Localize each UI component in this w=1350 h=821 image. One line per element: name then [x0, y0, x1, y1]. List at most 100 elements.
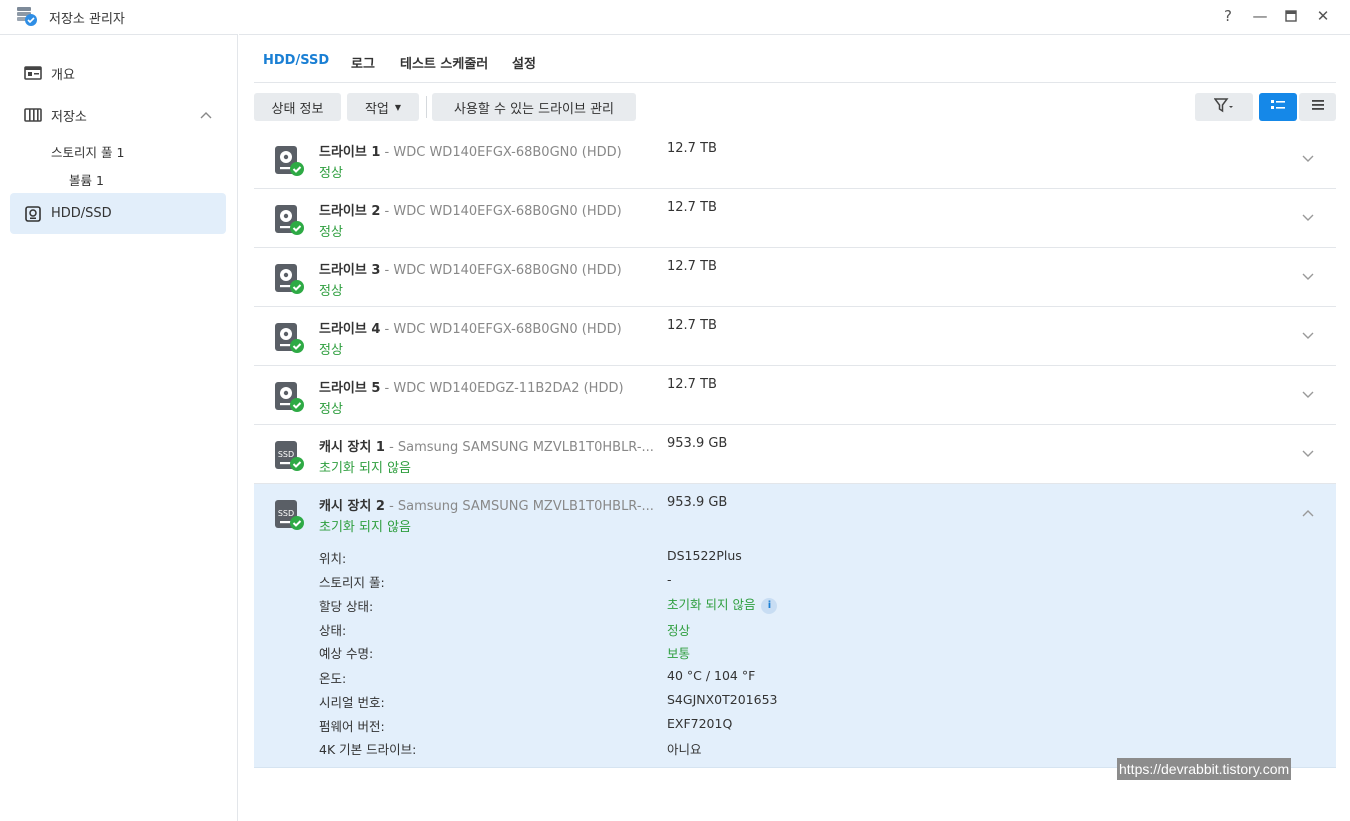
toolbar-divider — [426, 96, 427, 118]
storage-manager-app-icon — [16, 5, 38, 27]
drive-model: - WDC WD140EFGX-68B0GN0 (HDD) — [380, 322, 622, 337]
chevron-down-icon[interactable] — [1302, 388, 1314, 403]
info-icon[interactable]: i — [761, 597, 778, 614]
list-item[interactable]: SSD 캐시 장치 1 - Samsung SAMSUNG MZVLB1T0HB… — [254, 425, 1336, 484]
tab-settings[interactable]: 설정 — [512, 53, 536, 72]
overview-icon — [24, 64, 42, 82]
drive-name: 드라이브 3 — [319, 263, 381, 278]
tab-bar: HDD/SSD 로그 테스트 스케줄러 설정 — [254, 35, 1336, 83]
menu-lines-icon — [1311, 99, 1325, 115]
sidebar-item-hdd-ssd[interactable]: HDD/SSD — [10, 193, 226, 234]
list-item-expanded[interactable]: SSD 캐시 장치 2 - Samsung SAMSUNG MZVLB1T0HB… — [254, 484, 1336, 768]
status-info-button[interactable]: 상태 정보 — [254, 93, 341, 121]
hdd-icon — [274, 145, 304, 177]
storage-icon — [24, 106, 42, 124]
filter-icon — [1213, 97, 1234, 117]
maximize-icon[interactable] — [1281, 6, 1301, 26]
chevron-down-icon[interactable] — [1302, 152, 1314, 167]
window-title: 저장소 관리자 — [49, 12, 125, 27]
filter-button[interactable] — [1195, 93, 1253, 121]
drive-name: 캐시 장치 1 — [319, 440, 385, 455]
main-panel: HDD/SSD 로그 테스트 스케줄러 설정 상태 정보 작업 ▼ 사용할 수 … — [239, 34, 1350, 821]
list-view-icon — [1271, 99, 1285, 115]
hdd-icon — [24, 205, 42, 223]
drive-size: 12.7 TB — [667, 259, 717, 274]
sidebar-item-label: HDD/SSD — [51, 206, 112, 221]
list-item[interactable]: 드라이브 3 - WDC WD140EFGX-68B0GN0 (HDD) 정상 … — [254, 248, 1336, 307]
help-icon[interactable]: ? — [1218, 6, 1238, 26]
location-value: DS1522Plus — [667, 548, 742, 563]
svg-text:SSD: SSD — [278, 450, 294, 459]
drive-model: - WDC WD140EFGX-68B0GN0 (HDD) — [380, 145, 622, 160]
drive-status: 정상 — [319, 225, 343, 240]
sidebar-item-label: 개요 — [51, 67, 75, 83]
drive-status: 정상 — [319, 284, 343, 299]
watermark: https://devrabbit.tistory.com — [1117, 758, 1292, 780]
list-item[interactable]: 드라이브 5 - WDC WD140EDGZ-11B2DA2 (HDD) 정상 … — [254, 366, 1336, 425]
chevron-up-icon[interactable] — [1302, 506, 1314, 521]
tab-log[interactable]: 로그 — [351, 53, 375, 72]
sidebar-item-label: 저장소 — [51, 109, 87, 125]
location-label: 위치: — [319, 551, 347, 566]
sidebar-item-storage[interactable]: 저장소 — [10, 95, 226, 135]
tab-test-scheduler[interactable]: 테스트 스케줄러 — [400, 53, 488, 72]
hdd-icon — [274, 381, 304, 413]
drive-name: 캐시 장치 2 — [319, 499, 385, 514]
drive-list: 드라이브 1 - WDC WD140EFGX-68B0GN0 (HDD) 정상 … — [254, 130, 1336, 768]
status-value: 정상 — [667, 623, 691, 638]
drive-status: 정상 — [319, 166, 343, 181]
sidebar-item-storage-pool-1[interactable]: 스토리지 풀 1 — [51, 142, 124, 161]
action-button[interactable]: 작업 ▼ — [347, 93, 419, 121]
ssd-icon: SSD — [274, 499, 304, 531]
toolbar: 상태 정보 작업 ▼ 사용할 수 있는 드라이브 관리 — [254, 93, 1336, 123]
compact-view-button[interactable] — [1299, 93, 1336, 121]
list-item[interactable]: 드라이브 2 - WDC WD140EFGX-68B0GN0 (HDD) 정상 … — [254, 189, 1336, 248]
chevron-down-icon[interactable] — [1302, 211, 1314, 226]
drive-model: - WDC WD140EDGZ-11B2DA2 (HDD) — [380, 381, 624, 396]
native-4k-label: 4K 기본 드라이브: — [319, 742, 417, 757]
drive-size: 953.9 GB — [667, 436, 728, 451]
life-expectancy-value: 보통 — [667, 646, 691, 661]
drive-size: 12.7 TB — [667, 318, 717, 333]
chevron-down-icon[interactable] — [1302, 270, 1314, 285]
hdd-icon — [274, 322, 304, 354]
list-item[interactable]: 드라이브 1 - WDC WD140EFGX-68B0GN0 (HDD) 정상 … — [254, 130, 1336, 189]
allocation-status-label: 할당 상태: — [319, 599, 374, 614]
list-view-button[interactable] — [1259, 93, 1297, 121]
drive-size: 12.7 TB — [667, 141, 717, 156]
svg-text:SSD: SSD — [278, 509, 294, 518]
drive-status: 초기화 되지 않음 — [319, 461, 411, 476]
list-item[interactable]: 드라이브 4 - WDC WD140EFGX-68B0GN0 (HDD) 정상 … — [254, 307, 1336, 366]
storage-pool-label: 스토리지 풀: — [319, 575, 385, 590]
serial-number-label: 시리얼 번호: — [319, 695, 385, 710]
chevron-down-icon[interactable] — [1302, 447, 1314, 462]
drive-size: 12.7 TB — [667, 377, 717, 392]
minimize-icon[interactable]: — — [1250, 6, 1270, 26]
drive-size: 12.7 TB — [667, 200, 717, 215]
drive-model: - WDC WD140EFGX-68B0GN0 (HDD) — [380, 263, 622, 278]
status-label: 상태: — [319, 623, 347, 638]
caret-down-icon: ▼ — [394, 102, 402, 112]
temperature-label: 온도: — [319, 671, 347, 686]
tab-hdd-ssd[interactable]: HDD/SSD — [263, 53, 329, 68]
drive-size: 953.9 GB — [667, 495, 728, 510]
drive-name: 드라이브 2 — [319, 204, 381, 219]
chevron-up-icon[interactable] — [200, 108, 212, 123]
sidebar-item-overview[interactable]: 개요 — [10, 53, 226, 93]
sidebar-item-volume-1[interactable]: 볼륨 1 — [69, 170, 104, 189]
manage-available-drives-button[interactable]: 사용할 수 있는 드라이브 관리 — [432, 93, 636, 121]
life-expectancy-label: 예상 수명: — [319, 646, 374, 661]
allocation-status-text: 초기화 되지 않음 — [667, 597, 756, 612]
drive-model: - Samsung SAMSUNG MZVLB1T0HBLR-... — [384, 499, 654, 514]
native-4k-value: 아니요 — [667, 742, 702, 757]
serial-number-value: S4GJNX0T201653 — [667, 692, 778, 707]
drive-model: - WDC WD140EFGX-68B0GN0 (HDD) — [380, 204, 622, 219]
chevron-down-icon[interactable] — [1302, 329, 1314, 344]
drive-status: 정상 — [319, 402, 343, 417]
storage-pool-value: - — [667, 572, 672, 587]
hdd-icon — [274, 263, 304, 295]
drive-status: 초기화 되지 않음 — [319, 520, 411, 535]
close-icon[interactable]: ✕ — [1313, 6, 1333, 26]
drive-name: 드라이브 1 — [319, 145, 381, 160]
title-bar: 저장소 관리자 ? — ✕ — [0, 0, 1350, 34]
